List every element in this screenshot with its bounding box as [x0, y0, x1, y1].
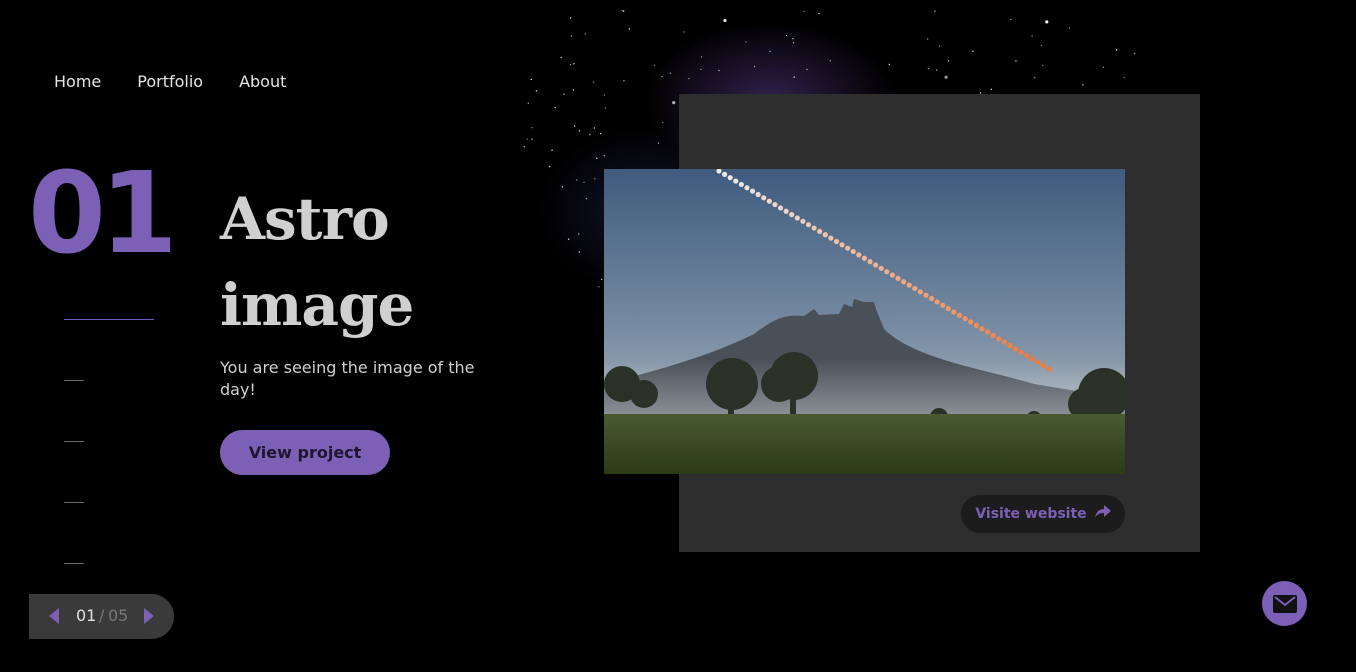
pager-current: 01	[76, 606, 97, 625]
contact-button[interactable]	[1262, 581, 1307, 626]
nav-home[interactable]: Home	[54, 72, 101, 91]
indicator-tick[interactable]	[64, 380, 84, 381]
pager-total: 05	[108, 606, 129, 625]
title-line-2: image	[220, 271, 414, 339]
title-line-1: Astro	[220, 185, 390, 253]
nav-about[interactable]: About	[239, 72, 286, 91]
previous-arrow-icon[interactable]	[49, 608, 59, 624]
slide-pager: 01 / 05	[29, 594, 174, 639]
page-title: Astro image	[220, 176, 520, 348]
hero-description: You are seeing the image of the day!	[220, 358, 475, 399]
nav-portfolio[interactable]: Portfolio	[137, 72, 203, 91]
main-nav: Home Portfolio About	[54, 72, 286, 91]
visit-website-button[interactable]: Visite website	[961, 495, 1125, 533]
project-image[interactable]	[604, 169, 1125, 474]
indicator-tick-active[interactable]	[64, 319, 154, 320]
indicator-tick[interactable]	[64, 502, 84, 503]
pager-separator: /	[99, 606, 105, 625]
view-project-button[interactable]: View project	[220, 430, 390, 475]
indicator-tick[interactable]	[64, 441, 84, 442]
indicator-tick[interactable]	[64, 563, 84, 564]
mail-icon	[1272, 594, 1297, 613]
slide-number: 01	[28, 149, 178, 279]
share-arrow-icon	[1094, 505, 1111, 523]
next-arrow-icon[interactable]	[144, 608, 154, 624]
visit-website-label: Visite website	[975, 506, 1087, 522]
